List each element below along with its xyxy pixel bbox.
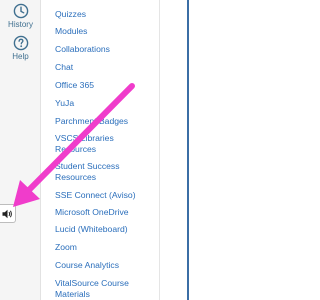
course-nav-yuja[interactable]: YuJa bbox=[55, 98, 155, 109]
course-nav-lucid-whiteboard[interactable]: Lucid (Whiteboard) bbox=[55, 224, 155, 235]
course-nav-student-success-resources[interactable]: Student Success Resources bbox=[55, 161, 155, 183]
course-nav-parchment-badges[interactable]: Parchment Badges bbox=[55, 116, 155, 127]
course-nav-course-analytics[interactable]: Course Analytics bbox=[55, 260, 155, 271]
course-nav-libraries-resources[interactable]: VSCS Libraries Resources bbox=[55, 133, 155, 155]
global-navigation: History Help bbox=[0, 0, 41, 300]
course-nav-quizzes[interactable]: Quizzes bbox=[55, 9, 155, 20]
course-nav-collaborations[interactable]: Collaborations bbox=[55, 44, 155, 55]
course-nav-microsoft-onedrive[interactable]: Microsoft OneDrive bbox=[55, 207, 155, 218]
course-navigation: Quizzes Modules Collaborations Chat Offi… bbox=[41, 0, 159, 300]
course-nav-modules[interactable]: Modules bbox=[55, 26, 155, 37]
course-nav-zoom[interactable]: Zoom bbox=[55, 242, 155, 253]
course-nav-office-365[interactable]: Office 365 bbox=[55, 80, 155, 91]
speaker-icon bbox=[2, 209, 12, 218]
help-label: Help bbox=[12, 52, 29, 61]
history-label: History bbox=[8, 20, 33, 29]
course-nav-vitalsource-course-materials[interactable]: VitalSource Course Materials bbox=[55, 278, 155, 300]
history-nav-item[interactable]: History bbox=[0, 3, 41, 29]
content-right-border bbox=[187, 0, 189, 300]
help-nav-item[interactable]: Help bbox=[0, 35, 41, 61]
course-nav-chat[interactable]: Chat bbox=[55, 62, 155, 73]
question-circle-icon bbox=[13, 35, 28, 51]
course-nav-sse-connect[interactable]: SSE Connect (Aviso) bbox=[55, 190, 155, 201]
clock-icon bbox=[13, 3, 28, 19]
audio-button[interactable] bbox=[0, 204, 16, 223]
content-divider bbox=[159, 0, 160, 300]
